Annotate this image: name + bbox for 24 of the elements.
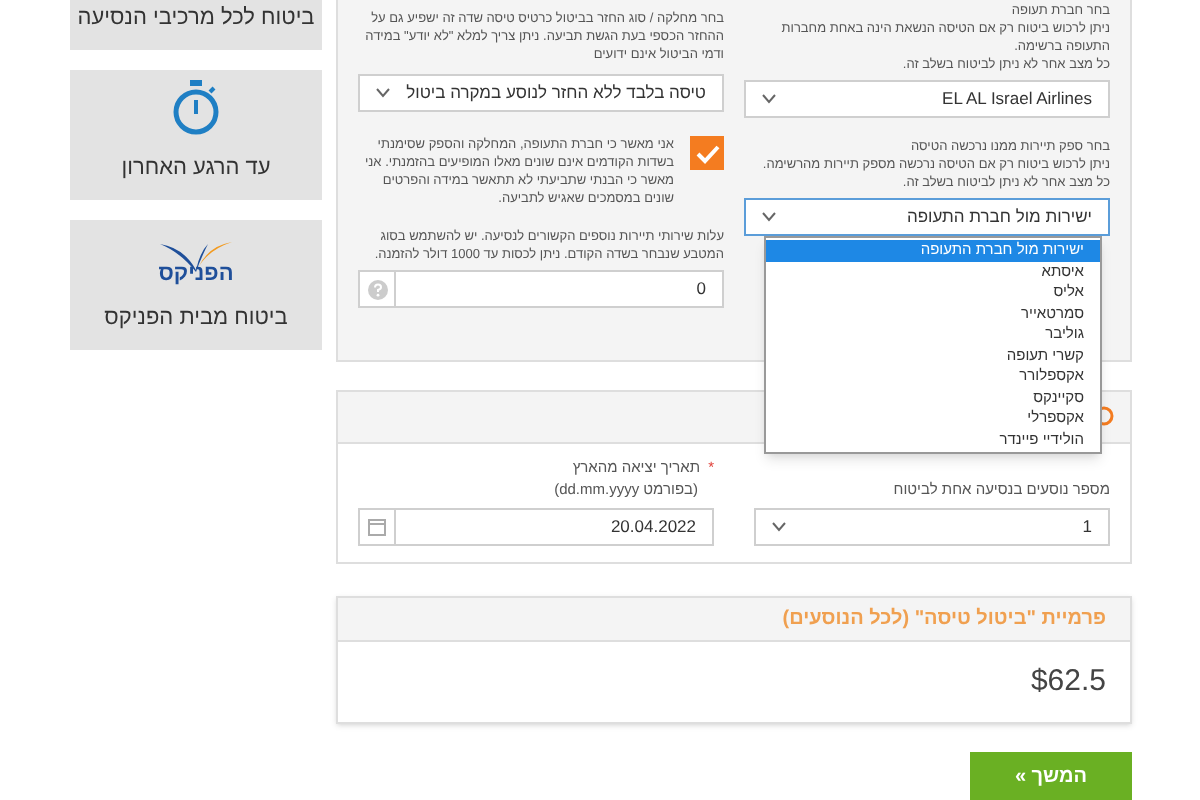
feature-card[interactable]: ביטוח לכל מרכיבי הנסיעה xyxy=(70,0,322,50)
passengers-select[interactable]: 1 xyxy=(754,508,1110,546)
feature-card[interactable]: עד הרגע האחרון xyxy=(70,70,322,200)
calendar-icon[interactable] xyxy=(368,518,386,536)
caret-icon xyxy=(376,88,390,98)
caret-icon xyxy=(762,212,776,222)
confirm-checkbox[interactable] xyxy=(690,136,724,170)
premium-amount: $62.5 xyxy=(1030,661,1106,702)
card-label: ביטוח לכל מרכיבי הנסיעה xyxy=(77,3,315,33)
stopwatch-icon xyxy=(172,79,220,135)
provider-select[interactable]: ישירות מול חברת התעופה xyxy=(744,198,1110,236)
caret-icon xyxy=(762,94,776,104)
cost-input[interactable]: 0 xyxy=(394,270,724,308)
card-label: עד הרגע האחרון xyxy=(121,153,271,183)
check-icon xyxy=(695,143,719,163)
caret-icon xyxy=(772,522,786,532)
airline-select[interactable]: EL AL Israel Airlines xyxy=(744,80,1110,118)
date-input[interactable]: 20.04.2022 xyxy=(394,508,714,546)
help-icon[interactable] xyxy=(367,279,387,299)
premium-title: פרמיית "ביטול טיסה" (לכל הנוסעים) xyxy=(782,605,1106,634)
feature-card[interactable]: הפניקס ביטוח מבית הפניקס xyxy=(70,220,322,350)
card-label: ביטוח מבית הפניקס xyxy=(104,303,288,333)
phoenix-logo: הפניקס xyxy=(156,239,236,285)
refund-select[interactable]: טיסה בלבד ללא החזר לנוסע במקרה ביטול xyxy=(358,74,724,112)
